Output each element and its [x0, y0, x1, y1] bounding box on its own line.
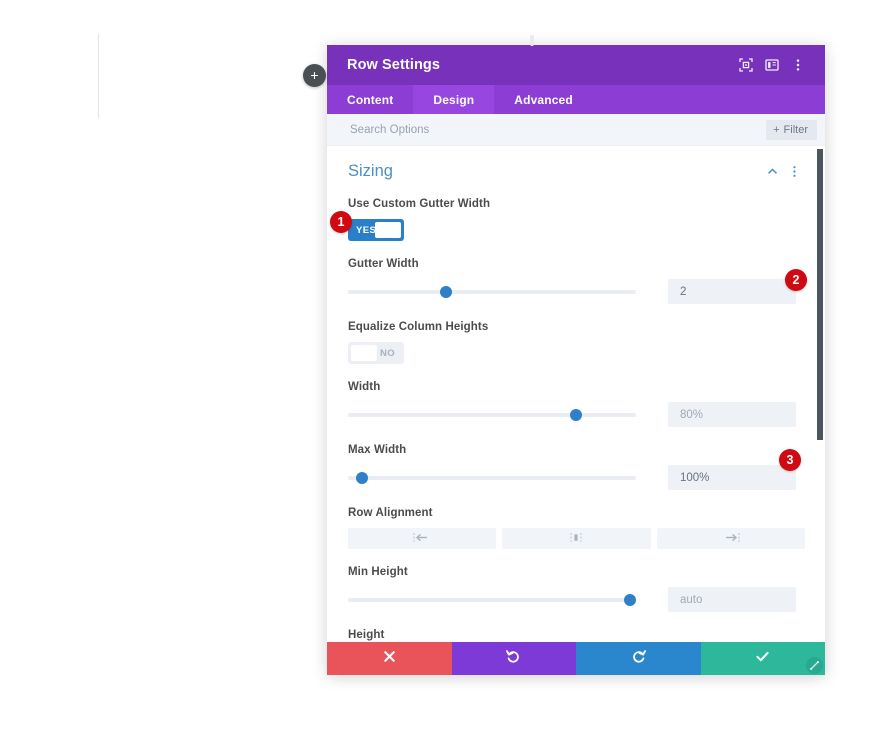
row-settings-modal: Row Settings Content Design Advanced Sea…	[327, 35, 825, 675]
callout-badge-2: 2	[785, 269, 807, 291]
slider-handle[interactable]	[569, 408, 582, 421]
search-input[interactable]	[348, 122, 767, 137]
field-label: Min Height	[348, 566, 408, 578]
field-equalize-column-heights: Equalize Column Heights NO	[348, 321, 805, 364]
tab-content[interactable]: Content	[327, 85, 413, 114]
toggle-state-label: YES	[356, 224, 377, 236]
resize-diagonal-icon[interactable]	[806, 657, 823, 674]
cancel-button[interactable]	[327, 642, 452, 675]
slider-rail	[348, 597, 636, 602]
panel-scrollbar-track[interactable]	[815, 146, 824, 642]
close-x-icon	[383, 650, 396, 668]
tab-design[interactable]: Design	[413, 85, 495, 114]
align-center-icon	[566, 530, 586, 548]
field-label: Equalize Column Heights	[348, 321, 489, 333]
settings-panel-body: Sizing Use Custom Gutter Width YES Gutte…	[327, 146, 825, 642]
undo-arrow-icon	[506, 649, 521, 669]
callout-badge-1: 1	[330, 211, 352, 233]
use-custom-gutter-width-toggle[interactable]: YES	[348, 219, 404, 241]
align-center-button[interactable]	[502, 528, 651, 549]
modal-drag-handle[interactable]	[530, 35, 534, 46]
field-label: Max Width	[348, 444, 407, 456]
undo-button[interactable]	[451, 642, 576, 675]
field-use-custom-gutter-width: Use Custom Gutter Width YES	[348, 198, 805, 241]
plus-icon: +	[310, 66, 319, 83]
section-header-sizing: Sizing	[348, 160, 805, 182]
modal-action-bar	[327, 642, 825, 675]
checkmark-icon	[755, 649, 770, 669]
page-title: Row Settings	[347, 57, 441, 73]
field-min-height: Min Height auto	[348, 566, 805, 612]
field-label: Use Custom Gutter Width	[348, 198, 491, 210]
section-title: Sizing	[348, 161, 393, 180]
kebab-menu-icon[interactable]	[783, 160, 805, 182]
field-label: Row Alignment	[348, 507, 433, 519]
field-label: Gutter Width	[348, 258, 419, 270]
add-row-button[interactable]: +	[303, 64, 326, 87]
modal-titlebar: Row Settings	[327, 45, 825, 85]
min-height-value[interactable]: auto	[668, 587, 796, 612]
align-right-icon	[721, 530, 741, 548]
filter-button-label: Filter	[783, 123, 808, 136]
max-width-slider[interactable]	[348, 469, 636, 487]
search-bar: + Filter	[327, 114, 825, 146]
callout-badge-3: 3	[779, 449, 801, 471]
field-label: Height	[348, 629, 385, 641]
align-left-button[interactable]	[348, 528, 497, 549]
redo-arrow-icon	[631, 649, 646, 669]
slider-rail	[348, 289, 636, 294]
settings-scroll-area: Sizing Use Custom Gutter Width YES Gutte…	[327, 146, 825, 642]
filter-button[interactable]: + Filter	[766, 119, 817, 140]
layout-panel-icon[interactable]	[759, 52, 785, 78]
max-width-value[interactable]: 100%	[668, 465, 796, 490]
slider-handle[interactable]	[439, 285, 452, 298]
gutter-width-value[interactable]: 2	[668, 279, 796, 304]
width-slider[interactable]	[348, 406, 636, 424]
slider-handle[interactable]	[624, 593, 637, 606]
align-left-icon	[412, 530, 432, 548]
align-right-button[interactable]	[656, 528, 805, 549]
width-value[interactable]: 80%	[668, 402, 796, 427]
gutter-width-slider[interactable]	[348, 283, 636, 301]
toggle-knob	[351, 345, 377, 361]
toggle-knob	[375, 222, 401, 238]
min-height-slider[interactable]	[348, 591, 637, 609]
focus-target-icon[interactable]	[733, 52, 759, 78]
field-height: Height auto	[348, 629, 805, 642]
settings-tabs: Content Design Advanced	[327, 85, 825, 114]
slider-rail	[348, 475, 636, 480]
field-max-width: Max Width 100%	[348, 444, 805, 490]
slider-handle[interactable]	[356, 471, 369, 484]
equalize-column-heights-toggle[interactable]: NO	[348, 342, 404, 364]
field-row-alignment: Row Alignment	[348, 507, 805, 549]
panel-scrollbar-thumb[interactable]	[817, 149, 823, 440]
save-button[interactable]	[700, 642, 825, 675]
column-guide-line	[98, 34, 99, 118]
field-gutter-width: Gutter Width 2	[348, 258, 805, 304]
field-width: Width 80%	[348, 381, 805, 427]
plus-icon: +	[773, 123, 780, 136]
chevron-up-icon[interactable]	[761, 160, 783, 182]
field-label: Width	[348, 381, 381, 393]
kebab-menu-icon[interactable]	[785, 52, 811, 78]
tab-advanced[interactable]: Advanced	[494, 85, 593, 114]
redo-button[interactable]	[576, 642, 701, 675]
toggle-state-label: NO	[379, 347, 395, 359]
slider-rail	[348, 412, 636, 417]
